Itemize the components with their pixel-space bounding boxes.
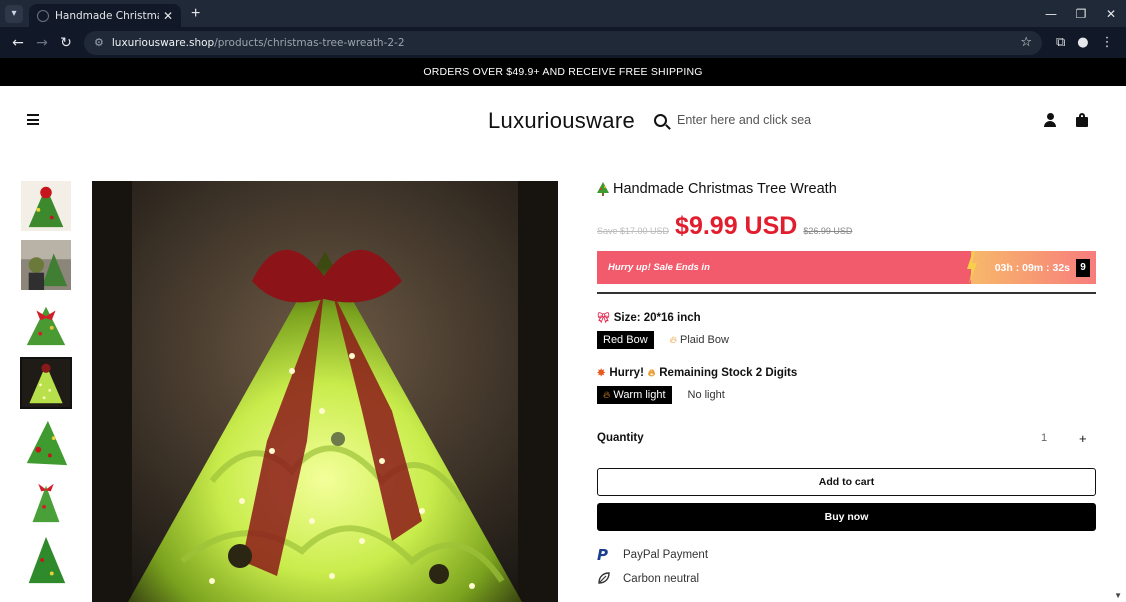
- fire-icon: 🔥︎: [603, 389, 611, 401]
- leaf-icon: [597, 571, 623, 588]
- add-to-cart-button[interactable]: Add to cart: [597, 468, 1096, 496]
- site-info-icon[interactable]: ⚙: [94, 36, 104, 49]
- light-option-none[interactable]: No light: [681, 386, 731, 404]
- forward-icon[interactable]: →: [30, 35, 54, 51]
- new-tab-icon[interactable]: +: [191, 5, 200, 23]
- sparkle-icon: ✸: [597, 367, 606, 379]
- quantity-label: Quantity: [597, 432, 644, 444]
- quantity-row: Quantity 1 +: [597, 428, 1096, 448]
- save-amount: Save $17.00 USD: [597, 226, 670, 236]
- tab-close-icon[interactable]: ✕: [163, 9, 173, 23]
- tab-search-chevron-icon[interactable]: ▾: [5, 4, 23, 23]
- stock-label-remaining: Remaining Stock 2 Digits: [659, 367, 798, 379]
- light-option-warm[interactable]: 🔥︎ Warm light: [597, 386, 672, 404]
- scroll-down-icon[interactable]: ▼: [1114, 591, 1122, 600]
- tab-title: Handmade Christmas Tree W: [55, 9, 159, 22]
- countdown-seconds-box: 9: [1076, 258, 1090, 277]
- thumbnail[interactable]: [20, 298, 72, 350]
- feature-paypal: P PayPal Payment: [597, 546, 1096, 564]
- thumbnail[interactable]: [20, 534, 72, 586]
- thumbnail[interactable]: [20, 239, 72, 291]
- extensions-icon[interactable]: ⧉: [1056, 35, 1065, 50]
- lit-christmas-tree-wreath-image: [92, 181, 558, 602]
- quantity-value[interactable]: 1: [1041, 432, 1047, 444]
- minimize-icon[interactable]: —: [1036, 7, 1066, 21]
- sale-price: $9.99 USD: [675, 212, 798, 240]
- size-options: Red Bow 🔥︎ Plaid Bow: [597, 331, 1096, 349]
- thumbnail-selected[interactable]: [20, 357, 72, 409]
- lightning-bolt-icon: [967, 251, 977, 284]
- size-label: Size: 20*16 inch: [613, 312, 701, 324]
- product-title-row: Handmade Christmas Tree Wreath: [597, 180, 1096, 198]
- countdown-timer: 03h : 09m : 32s 9: [967, 251, 1096, 284]
- tab-favicon-icon: [37, 9, 49, 22]
- site-header: Luxuriousware: [0, 86, 1126, 156]
- search-icon[interactable]: [654, 113, 667, 127]
- browser-tab[interactable]: Handmade Christmas Tree W ✕: [29, 4, 181, 27]
- thumbnail-list: [20, 180, 74, 593]
- fire-icon: 🔥︎: [647, 367, 656, 379]
- cart-icon[interactable]: [1076, 113, 1088, 127]
- feature-carbon: Carbon neutral: [597, 571, 1096, 587]
- reload-icon[interactable]: ↻: [54, 35, 78, 51]
- search-box: [654, 113, 817, 127]
- url-path: /products/christmas-tree-wreath-2-2: [214, 36, 405, 49]
- price-row: Save $17.00 USD $9.99 USD $26.99 USD: [597, 212, 1096, 241]
- christmas-tree-icon: [597, 182, 609, 196]
- size-option-red-bow[interactable]: Red Bow: [597, 331, 654, 349]
- product-info: Handmade Christmas Tree Wreath Save $17.…: [597, 180, 1096, 587]
- buy-now-button[interactable]: Buy now: [597, 503, 1096, 531]
- quantity-plus-icon[interactable]: +: [1079, 431, 1087, 446]
- thumbnail[interactable]: [20, 180, 72, 232]
- browser-menu-icon[interactable]: ⋮: [1101, 35, 1114, 50]
- address-bar[interactable]: ⚙ luxuriousware.shop/products/christmas-…: [84, 30, 1042, 55]
- size-option-plaid-label: Plaid Bow: [679, 334, 729, 346]
- menu-icon[interactable]: [27, 114, 39, 125]
- main-product-image[interactable]: [92, 181, 558, 602]
- browser-tab-bar: ▾ Handmade Christmas Tree W ✕ + — ❐ ✕: [0, 0, 1126, 27]
- restore-icon[interactable]: ❐: [1066, 7, 1096, 21]
- sale-countdown-bar: Hurry up! Sale Ends in 03h : 09m : 32s 9: [597, 251, 1096, 284]
- window-controls: — ❐ ✕: [1036, 0, 1126, 27]
- bow-icon: 🎀︎: [597, 312, 610, 324]
- stock-label-row: ✸ Hurry! 🔥︎ Remaining Stock 2 Digits: [597, 367, 1096, 379]
- url-host: luxuriousware.shop: [111, 36, 215, 49]
- light-options: 🔥︎ Warm light No light: [597, 386, 1096, 404]
- fire-icon: 🔥︎: [669, 334, 677, 346]
- light-option-warm-label: Warm light: [613, 389, 666, 401]
- size-option-plaid-bow[interactable]: 🔥︎ Plaid Bow: [663, 331, 735, 349]
- feature-paypal-label: PayPal Payment: [623, 549, 709, 561]
- profile-icon[interactable]: ●: [1077, 35, 1088, 50]
- stock-label-hurry: Hurry!: [609, 367, 644, 379]
- browser-toolbar: ← → ↻ ⚙ luxuriousware.shop/products/chri…: [0, 27, 1126, 58]
- window-close-icon[interactable]: ✕: [1096, 7, 1126, 21]
- search-input[interactable]: [677, 113, 817, 127]
- size-label-row: 🎀︎ Size: 20*16 inch: [597, 312, 1096, 324]
- paypal-icon: P: [597, 546, 608, 564]
- divider: [597, 292, 1096, 294]
- product-title: Handmade Christmas Tree Wreath: [613, 181, 837, 197]
- thumbnail[interactable]: [20, 475, 72, 527]
- feature-carbon-label: Carbon neutral: [623, 573, 700, 585]
- countdown-text: 03h : 09m : 32s: [994, 261, 1070, 274]
- sale-text: Hurry up! Sale Ends in: [608, 262, 710, 273]
- bookmark-star-icon[interactable]: ☆: [1020, 35, 1032, 50]
- site-logo[interactable]: Luxuriousware: [488, 108, 635, 134]
- account-icon[interactable]: [1044, 113, 1056, 127]
- thumbnail[interactable]: [20, 416, 72, 468]
- announcement-bar: ORDERS OVER $49.9+ AND RECEIVE FREE SHIP…: [0, 58, 1126, 86]
- back-icon[interactable]: ←: [6, 35, 30, 51]
- compare-price: $26.99 USD: [803, 226, 853, 236]
